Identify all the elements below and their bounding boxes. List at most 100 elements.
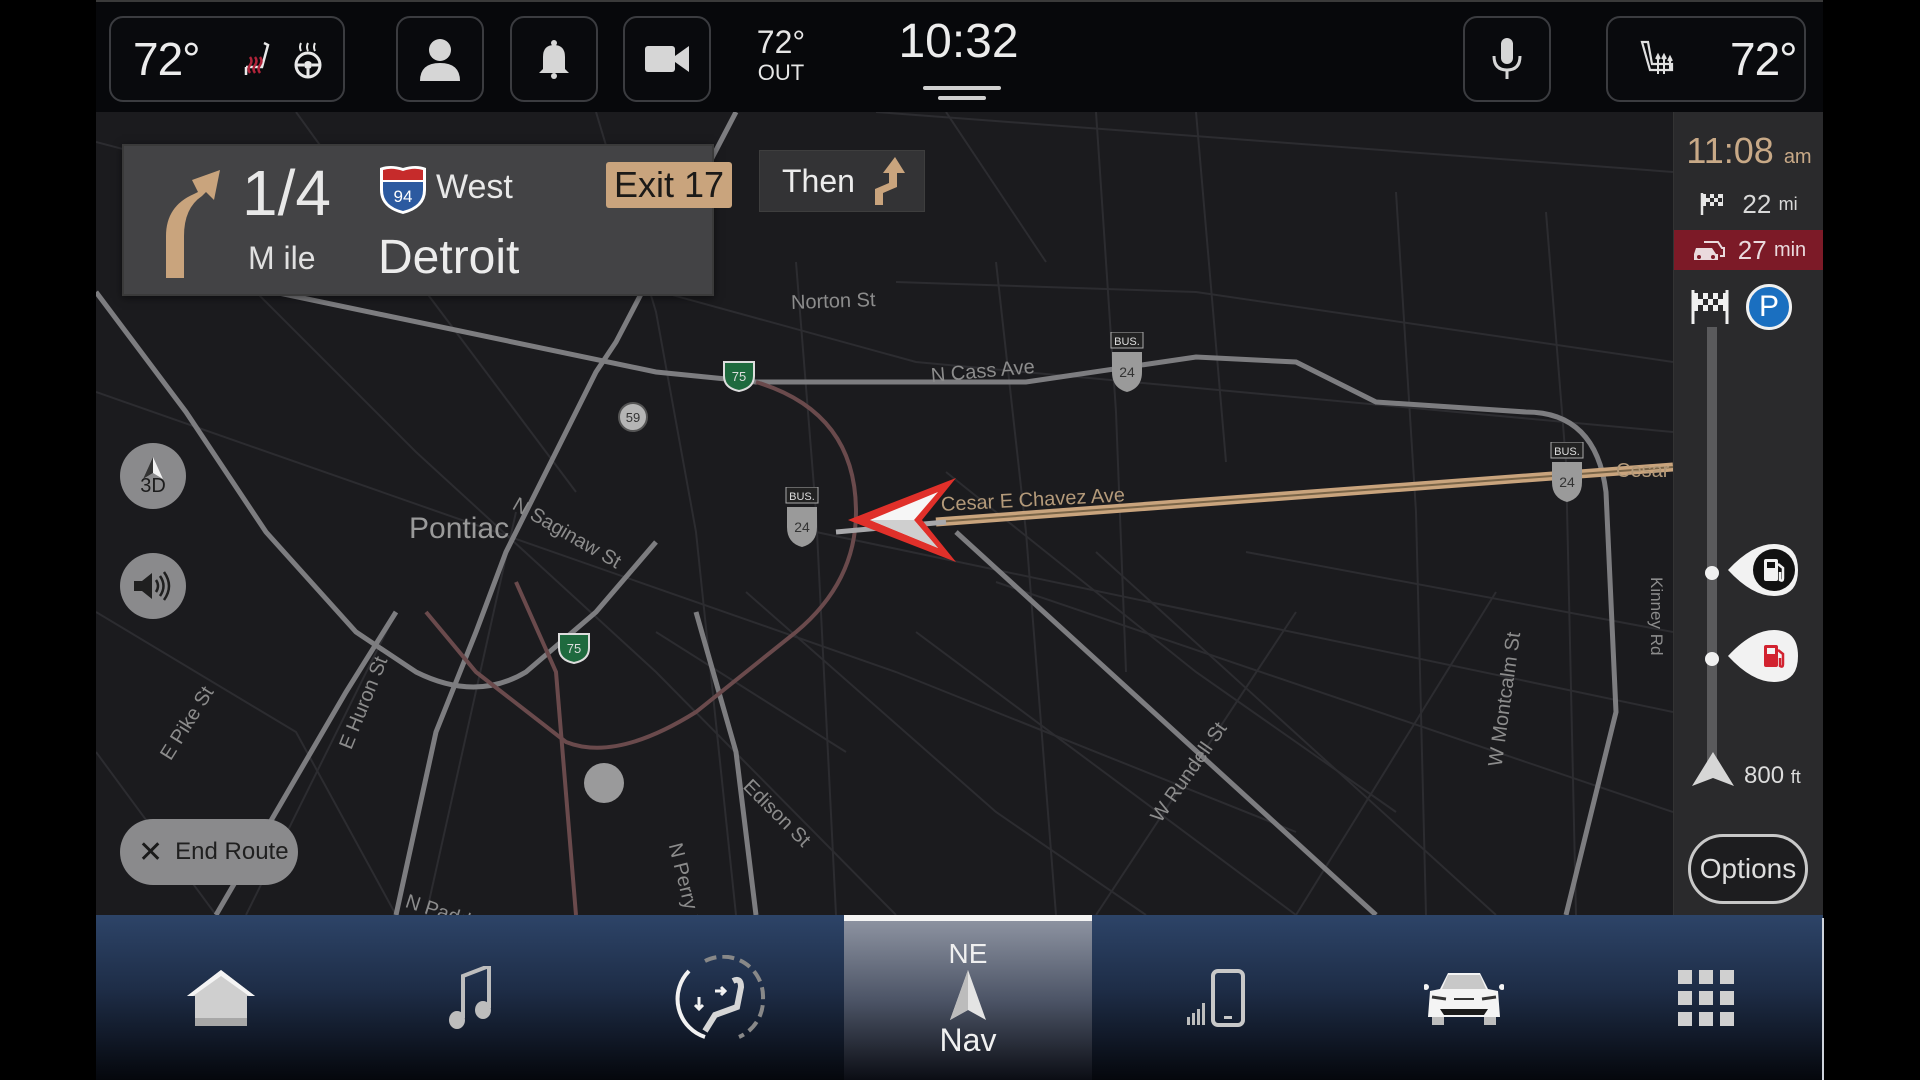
profile-button[interactable]	[396, 16, 484, 102]
ahead-distance-unit: ft	[1790, 767, 1801, 787]
heading-label: NE	[948, 938, 988, 969]
svg-text:BUS.: BUS.	[1114, 336, 1140, 348]
infotainment-screen: 72° 72° OUT 10:32 72° 75 75 59 BUS. 24 B…	[96, 0, 1823, 1080]
business-24-shield: BUS. 24	[1110, 332, 1144, 392]
guidance-volume-button[interactable]	[120, 553, 186, 619]
passenger-climate-button[interactable]: 72°	[1606, 16, 1806, 102]
options-button[interactable]: Options	[1688, 834, 1808, 904]
business-24-shield-west: BUS. 24	[785, 487, 819, 547]
remaining-distance-unit: mi	[1778, 193, 1798, 214]
remaining-time-unit: min	[1773, 238, 1807, 261]
svg-text:75: 75	[732, 369, 746, 384]
pull-down-handle[interactable]	[922, 86, 1002, 100]
notifications-button[interactable]	[510, 16, 598, 102]
destination-flag-icon	[1691, 290, 1729, 324]
bell-icon	[539, 40, 569, 79]
heated-steering-wheel-icon[interactable]	[290, 39, 326, 79]
interstate-94-shield: 94	[380, 166, 426, 214]
current-position-arrow-icon	[1692, 752, 1734, 786]
fuel-stop-pin[interactable]	[1728, 628, 1800, 684]
compass-arrow-icon	[950, 970, 986, 1020]
route-stop-dot	[1705, 652, 1719, 666]
interstate-75-shield: 75	[723, 361, 755, 392]
view-mode-3d-button[interactable]: 3D	[120, 443, 186, 509]
nav-item-apps[interactable]	[1588, 915, 1823, 1080]
microphone-icon	[1492, 38, 1522, 79]
nav-item-navigation[interactable]: NE Nav	[844, 915, 1092, 1080]
maneuver-distance-unit: M ile	[248, 240, 316, 276]
svg-text:BUS.: BUS.	[789, 491, 815, 503]
seat-comfort-icon	[675, 954, 766, 1039]
then-label: Then	[782, 162, 855, 199]
route-59-shield: 59	[618, 402, 648, 432]
street-label: Norton St	[790, 289, 876, 314]
ahead-distance-value: 800	[1744, 762, 1785, 789]
eta-time: 11:08	[1686, 130, 1774, 171]
outside-temp-value: 72°	[756, 24, 806, 60]
turn-guidance-card[interactable]: 1/4 M ile 94 West Detroit Exit 17	[122, 144, 732, 296]
svg-text:24: 24	[794, 519, 810, 535]
close-icon: ✕	[138, 835, 164, 869]
exit-badge: Exit 17	[606, 162, 732, 208]
speaker-icon	[134, 571, 171, 601]
camera-button[interactable]	[623, 16, 711, 102]
app-grid-icon	[1677, 969, 1734, 1026]
svg-text:75: 75	[567, 641, 581, 656]
highway-number: 94	[394, 187, 413, 206]
heated-seat-icon[interactable]	[238, 39, 278, 79]
highway-direction: West	[436, 168, 513, 206]
driver-temp: 72°	[133, 33, 201, 85]
end-route-button[interactable]: ✕ End Route	[120, 819, 298, 885]
nav-item-phone[interactable]	[1092, 915, 1340, 1080]
checkered-flag-icon	[1701, 193, 1724, 215]
maneuver-distance: 1/4	[242, 157, 331, 229]
outside-temperature: 72° OUT	[748, 24, 814, 86]
seat-climate-icon[interactable]	[1638, 40, 1678, 78]
home-icon	[187, 969, 255, 1026]
street-label: Kinney Rd	[1647, 577, 1666, 656]
eta-ampm: am	[1783, 146, 1812, 168]
remaining-distance-value: 22	[1742, 188, 1772, 219]
clock: 10:32	[898, 15, 1019, 68]
business-24-shield-east: BUS. 24	[1550, 442, 1584, 502]
interstate-75-shield-south: 75	[558, 633, 590, 664]
remaining-time-traffic: 27 min	[1674, 230, 1823, 270]
passenger-temp: 72°	[1730, 33, 1798, 85]
car-icon	[1424, 972, 1504, 1025]
svg-text:BUS.: BUS.	[1554, 446, 1580, 458]
user-profile-icon	[420, 39, 460, 81]
fuel-stop-pin[interactable]	[1728, 542, 1800, 598]
outside-temp-label: OUT	[757, 60, 805, 85]
remaining-time-value: 27	[1737, 234, 1767, 265]
bear-right-arrow-icon	[166, 170, 220, 278]
route-progress-track	[1707, 327, 1717, 767]
screen-edge	[1822, 918, 1824, 1080]
nav-item-media[interactable]	[346, 915, 596, 1080]
vehicle-position-arrow	[848, 478, 956, 562]
bottom-nav-bar: NE Nav	[96, 915, 1823, 1080]
city-label: Pontiac	[409, 512, 510, 545]
nav-item-vehicle[interactable]	[1340, 915, 1588, 1080]
nav-item-label: Nav	[939, 1022, 997, 1058]
svg-text:24: 24	[1119, 364, 1135, 380]
remaining-distance: 22 mi	[1674, 184, 1823, 224]
svg-text:24: 24	[1559, 474, 1575, 490]
driver-climate-button[interactable]: 72°	[109, 16, 345, 102]
keep-right-arrow-icon	[874, 157, 905, 205]
phone-signal-icon	[1187, 968, 1245, 1027]
eta: 11:08 am	[1674, 130, 1823, 172]
navigation-map[interactable]: 75 75 59 BUS. 24 BUS. 24 BUS. 24 Pontiac…	[96, 112, 1673, 915]
status-bar: 72° 72° OUT 10:32 72°	[96, 0, 1823, 112]
traffic-cars-icon	[1693, 241, 1725, 260]
map-poi-marker[interactable]	[584, 763, 624, 803]
svg-text:59: 59	[626, 410, 640, 425]
street-label: Cesar	[1616, 460, 1670, 482]
nav-item-home[interactable]	[96, 915, 346, 1080]
parking-icon[interactable]: P	[1746, 284, 1792, 330]
destination-city: Detroit	[378, 231, 520, 284]
voice-command-button[interactable]	[1463, 16, 1551, 102]
view-mode-label: 3D	[140, 475, 166, 497]
nav-item-comfort[interactable]	[596, 915, 846, 1080]
next-maneuver-card[interactable]: Then	[759, 150, 925, 212]
video-camera-icon	[645, 46, 689, 72]
